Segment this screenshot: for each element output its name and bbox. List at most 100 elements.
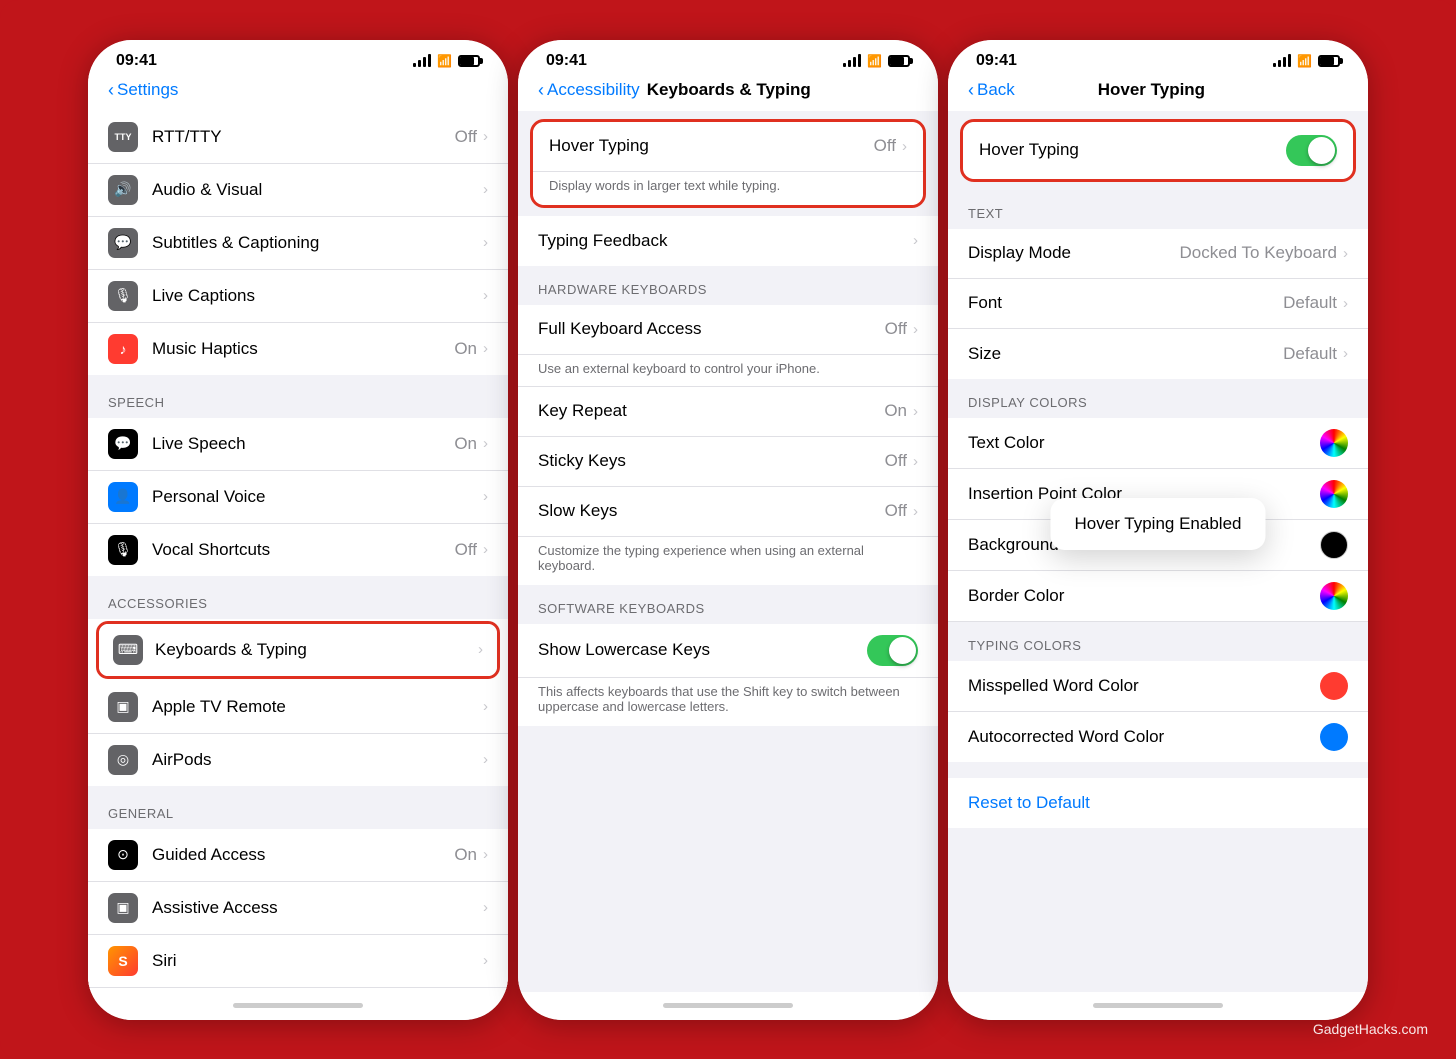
row-font[interactable]: Font Default ›	[948, 279, 1368, 329]
personal-voice-chevron: ›	[483, 488, 488, 505]
row-border-color[interactable]: Border Color	[948, 571, 1368, 622]
guided-access-value: On	[454, 845, 477, 865]
row-full-keyboard-access[interactable]: Full Keyboard Access Off ›	[518, 305, 938, 355]
row-airpods[interactable]: ◎ AirPods ›	[88, 734, 508, 786]
keyboards-typing-chevron: ›	[478, 641, 483, 658]
misspelled-word-color-circle[interactable]	[1320, 672, 1348, 700]
row-keyboards-typing[interactable]: ⌨ Keyboards & Typing ›	[99, 624, 497, 676]
font-chevron: ›	[1343, 295, 1348, 312]
row-reset-to-default[interactable]: Reset to Default	[948, 778, 1368, 828]
live-speech-value: On	[454, 434, 477, 454]
show-lowercase-label: Show Lowercase Keys	[538, 640, 867, 660]
row-live-speech[interactable]: 💬 Live Speech On ›	[88, 418, 508, 471]
row-subtitles[interactable]: 💬 Subtitles & Captioning ›	[88, 217, 508, 270]
live-speech-icon: 💬	[108, 429, 138, 459]
row-text-color[interactable]: Text Color	[948, 418, 1368, 469]
keyboards-typing-label: Keyboards & Typing	[155, 640, 478, 660]
software-section-label: SOFTWARE KEYBOARDS	[518, 585, 938, 624]
display-mode-label: Display Mode	[968, 243, 1179, 263]
apple-tv-remote-icon: ▣	[108, 692, 138, 722]
text-color-label: Text Color	[968, 433, 1320, 453]
insertion-point-color-circle[interactable]	[1320, 480, 1348, 508]
row-audio-visual[interactable]: 🔊 Audio & Visual ›	[88, 164, 508, 217]
row-show-lowercase[interactable]: Show Lowercase Keys	[518, 624, 938, 678]
row-music-haptics[interactable]: ♪ Music Haptics On ›	[88, 323, 508, 375]
watermark: GadgetHacks.com	[1313, 1021, 1428, 1037]
tooltip-label: Hover Typing Enabled	[1075, 514, 1242, 533]
home-indicator-3	[948, 992, 1368, 1020]
wifi-icon-3: 📶	[1297, 54, 1312, 68]
assistive-access-chevron: ›	[483, 899, 488, 916]
hover-typing-toggle-label: Hover Typing	[979, 140, 1286, 160]
rtt-icon: TTY	[108, 122, 138, 152]
row-siri[interactable]: S Siri ›	[88, 935, 508, 988]
status-bar-2: 09:41 📶	[518, 40, 938, 76]
row-typing-feedback[interactable]: Typing Feedback ›	[518, 216, 938, 266]
siri-label: Siri	[152, 951, 483, 971]
row-misspelled-word-color[interactable]: Misspelled Word Color	[948, 661, 1368, 712]
personal-voice-icon: 👤	[108, 482, 138, 512]
back-button-2[interactable]: ‹ Accessibility	[538, 80, 640, 101]
music-haptics-label: Music Haptics	[152, 339, 454, 359]
row-personal-voice[interactable]: 👤 Personal Voice ›	[88, 471, 508, 524]
row-slow-keys[interactable]: Slow Keys Off ›	[518, 487, 938, 537]
vocal-shortcuts-value: Off	[455, 540, 477, 560]
live-captions-label: Live Captions	[152, 286, 483, 306]
assistive-access-label: Assistive Access	[152, 898, 483, 918]
row-assistive-access[interactable]: ▣ Assistive Access ›	[88, 882, 508, 935]
home-indicator-2	[518, 992, 938, 1020]
display-mode-chevron: ›	[1343, 245, 1348, 262]
hover-typing-toggle[interactable]	[1286, 135, 1337, 166]
subtitles-label: Subtitles & Captioning	[152, 233, 483, 253]
border-color-circle[interactable]	[1320, 582, 1348, 610]
phone-2: 09:41 📶 ‹ Accessibi	[518, 40, 938, 1020]
sticky-keys-value: Off	[885, 451, 907, 471]
row-hover-typing-toggle[interactable]: Hover Typing	[963, 122, 1353, 179]
row-vocal-shortcuts[interactable]: 🎙 Vocal Shortcuts Off ›	[88, 524, 508, 576]
text-section-label: TEXT	[948, 190, 1368, 229]
status-icons-2: 📶	[843, 54, 910, 68]
row-rtt[interactable]: TTY RTT/TTY Off ›	[88, 111, 508, 164]
back-button-1[interactable]: ‹ Settings	[108, 80, 178, 101]
row-display-mode[interactable]: Display Mode Docked To Keyboard ›	[948, 229, 1368, 279]
typing-feedback-chevron: ›	[913, 232, 918, 249]
rtt-value: Off	[455, 127, 477, 147]
airpods-icon: ◎	[108, 745, 138, 775]
apple-tv-remote-label: Apple TV Remote	[152, 697, 483, 717]
text-group: Display Mode Docked To Keyboard › Font D…	[948, 229, 1368, 379]
row-hover-typing[interactable]: Hover Typing Off ›	[533, 122, 923, 172]
size-chevron: ›	[1343, 345, 1348, 362]
nav-title-2: Keyboards & Typing	[640, 80, 818, 100]
slow-keys-description: Customize the typing experience when usi…	[518, 537, 938, 585]
misspelled-word-color-label: Misspelled Word Color	[968, 676, 1320, 696]
autocorrected-word-color-circle[interactable]	[1320, 723, 1348, 751]
row-autocorrected-word-color[interactable]: Autocorrected Word Color	[948, 712, 1368, 762]
background-color-circle[interactable]	[1320, 531, 1348, 559]
row-guided-access[interactable]: ⊙ Guided Access On ›	[88, 829, 508, 882]
key-repeat-chevron: ›	[913, 403, 918, 420]
signal-icon-1	[413, 55, 431, 67]
back-button-3[interactable]: ‹ Back	[968, 80, 1015, 101]
siri-chevron: ›	[483, 952, 488, 969]
row-live-captions[interactable]: 🎙 Live Captions ›	[88, 270, 508, 323]
row-sticky-keys[interactable]: Sticky Keys Off ›	[518, 437, 938, 487]
text-color-circle[interactable]	[1320, 429, 1348, 457]
general-group: ⊙ Guided Access On › ▣ Assistive Access …	[88, 829, 508, 992]
home-indicator-1	[88, 992, 508, 1020]
hover-typing-toggle-highlight: Hover Typing	[960, 119, 1356, 182]
size-label: Size	[968, 344, 1283, 364]
accessories-group: ⌨ Keyboards & Typing › ▣ Apple TV Remote…	[88, 619, 508, 786]
time-1: 09:41	[116, 52, 157, 70]
row-key-repeat[interactable]: Key Repeat On ›	[518, 387, 938, 437]
show-lowercase-toggle[interactable]	[867, 635, 918, 666]
assistive-access-icon: ▣	[108, 893, 138, 923]
row-size[interactable]: Size Default ›	[948, 329, 1368, 379]
font-label: Font	[968, 293, 1283, 313]
guided-access-chevron: ›	[483, 846, 488, 863]
reset-group: Reset to Default	[948, 778, 1368, 828]
music-haptics-chevron: ›	[483, 340, 488, 357]
row-apple-tv-remote[interactable]: ▣ Apple TV Remote ›	[88, 681, 508, 734]
full-keyboard-label: Full Keyboard Access	[538, 319, 885, 339]
display-mode-value: Docked To Keyboard	[1179, 243, 1337, 263]
guided-access-icon: ⊙	[108, 840, 138, 870]
